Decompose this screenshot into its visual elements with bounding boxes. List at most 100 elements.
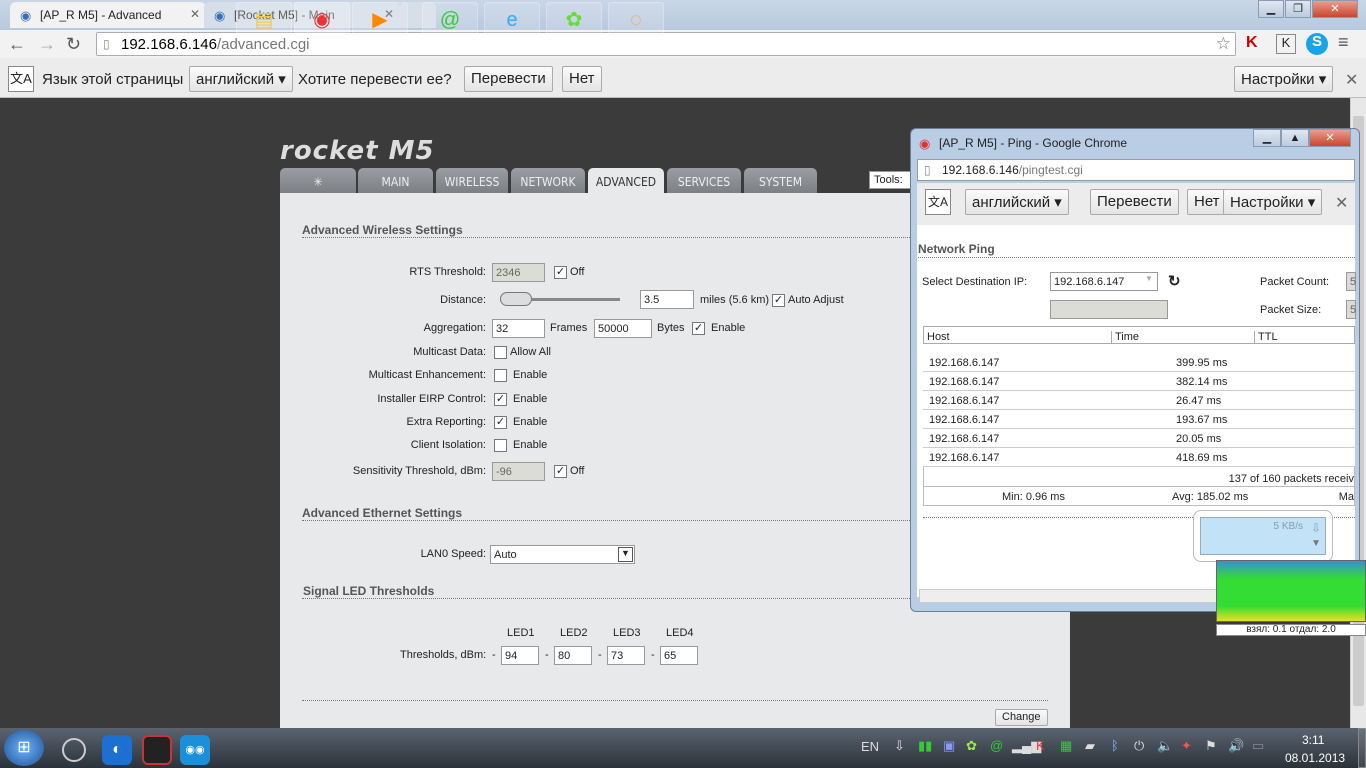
rts-threshold-input[interactable]: 2346 [492, 263, 545, 282]
no-button[interactable]: Нет [562, 66, 602, 92]
sensitivity-input[interactable]: -96 [492, 462, 545, 481]
popup-language-select[interactable]: английский ▾ [965, 189, 1069, 215]
app-taskbar-button[interactable]: ◌ [608, 2, 664, 38]
monitor-tray-icon[interactable]: ▮▮ [918, 738, 932, 754]
maximize-button[interactable]: ❐ [1285, 0, 1311, 18]
tab-main-nav[interactable]: MAIN [358, 168, 433, 194]
tab-advanced-nav[interactable]: ADVANCED [588, 168, 664, 194]
action-center-flag-icon[interactable]: ⚑ [1205, 738, 1217, 754]
clock-time[interactable]: 3:11 [1302, 733, 1324, 747]
led4-input[interactable]: 65 [660, 646, 698, 665]
speaker-icon[interactable]: 🔊 [1228, 738, 1244, 754]
pinned-app-icon[interactable]: ◐ [102, 735, 132, 765]
multicast-enhancement-checkbox[interactable] [494, 369, 507, 382]
packet-size-input[interactable]: 5 [1346, 300, 1356, 319]
language-indicator[interactable]: EN [861, 739, 879, 754]
kaspersky-icon[interactable]: K [1246, 34, 1258, 52]
host-cell: 192.168.6.147 [929, 414, 1000, 426]
display-icon[interactable]: ▭ [1252, 738, 1264, 754]
close-translate-icon[interactable]: ✕ [1345, 70, 1358, 90]
tab-system[interactable]: SYSTEM [744, 168, 817, 194]
tab-network[interactable]: NETWORK [511, 168, 585, 194]
aggregation-frames-input[interactable]: 32 [492, 319, 545, 338]
translate-button[interactable]: Перевести [464, 66, 553, 92]
distance-input[interactable]: 3.5 [640, 290, 694, 309]
popup-translate-button[interactable]: Перевести [1090, 189, 1179, 215]
mail-tray-icon[interactable]: @ [990, 738, 1003, 753]
popup-maximize-button[interactable]: ▲ [1281, 129, 1309, 147]
network-tray-icon[interactable]: ⇩ [894, 738, 905, 754]
change-button[interactable]: Change [995, 709, 1048, 726]
close-translate-icon[interactable]: ✕ [1335, 193, 1348, 213]
pinned-app-icon[interactable] [62, 738, 86, 762]
translate-settings-button[interactable]: Настройки ▾ [1234, 66, 1334, 92]
multicast-checkbox[interactable] [494, 346, 507, 359]
divider [302, 598, 910, 599]
device-tray-icon[interactable]: ▰ [1085, 738, 1095, 754]
back-icon[interactable]: ← [8, 34, 26, 55]
eirp-checkbox[interactable]: ✓ [494, 393, 507, 406]
kaspersky-tray-icon[interactable]: K [1036, 738, 1045, 753]
clock-date[interactable]: 08.01.2013 [1285, 751, 1345, 765]
volume-icon[interactable]: 🔈 [1157, 738, 1173, 754]
distance-slider-handle[interactable] [500, 292, 532, 306]
close-tab-icon[interactable]: ✕ [190, 7, 200, 21]
popup-settings-button[interactable]: Настройки ▾ [1223, 189, 1323, 215]
popup-close-button[interactable]: ✕ [1309, 129, 1351, 147]
rts-off-checkbox[interactable]: ✓ [554, 266, 567, 279]
packet-count-input[interactable]: 5 [1346, 272, 1356, 291]
led2-input[interactable]: 80 [554, 646, 592, 665]
chevron-down-icon[interactable]: ▼ [1311, 538, 1321, 549]
graph-tray-icon[interactable]: ▦ [1060, 738, 1072, 754]
explorer-taskbar-button[interactable]: ▤ [236, 2, 292, 38]
chevron-down-icon: ▼ [1145, 274, 1153, 283]
popup-minimize-button[interactable]: ▁ [1253, 129, 1281, 147]
lan-speed-select[interactable]: Auto ▼ [490, 545, 635, 564]
skype-icon[interactable]: S [1306, 33, 1328, 55]
ie-taskbar-button[interactable]: e [484, 2, 540, 38]
chrome-icon: ◉ [919, 136, 931, 151]
bookmark-star-icon[interactable]: ☆ [1216, 34, 1231, 54]
minimize-button[interactable]: ▁ [1258, 0, 1284, 18]
display-tray-icon[interactable]: ▣ [943, 738, 955, 754]
aggregation-bytes-input[interactable]: 50000 [594, 319, 652, 338]
destination-ip-input[interactable] [1050, 300, 1168, 319]
icq-taskbar-button[interactable]: ✿ [546, 2, 602, 38]
icq-tray-icon[interactable]: ✿ [966, 738, 977, 754]
language-select[interactable]: английский ▾ [189, 66, 293, 92]
camera-icon[interactable] [142, 735, 172, 765]
led1-input[interactable]: 94 [501, 646, 539, 665]
tab-logo[interactable]: ✳ [280, 168, 356, 194]
popup-no-button[interactable]: Нет [1187, 189, 1227, 215]
destination-ip-select[interactable]: 192.168.6.147 ▼ [1050, 272, 1158, 291]
power-icon[interactable]: ⏻ [1134, 738, 1144, 754]
extra-reporting-checkbox[interactable]: ✓ [494, 416, 507, 429]
pinned-app-icon[interactable]: ◉◉ [180, 735, 210, 765]
media-taskbar-button[interactable]: ▶ [352, 2, 408, 38]
tab-services[interactable]: SERVICES [667, 168, 741, 194]
mail-agent-taskbar-button[interactable]: @ [422, 2, 478, 38]
start-button[interactable]: ⊞ [4, 730, 44, 766]
reload-icon[interactable]: ↻ [66, 34, 81, 55]
show-desktop-button[interactable] [1358, 728, 1366, 768]
host-cell: 192.168.6.147 [929, 376, 1000, 388]
led3-input[interactable]: 73 [607, 646, 645, 665]
download-arrow-icon[interactable]: ⇩ [1311, 521, 1321, 535]
time-cell: 26.47 ms [1176, 395, 1222, 407]
menu-icon[interactable]: ≡ [1338, 32, 1349, 53]
app-tray-icon[interactable]: ✦ [1181, 738, 1192, 754]
sensitivity-off-checkbox[interactable]: ✓ [554, 465, 567, 478]
tab-advanced[interactable]: ◉ [AP_R M5] - Advanced ✕ [10, 2, 206, 28]
popup-url-field[interactable]: ▯ 192.168.6.146/pingtest.cgi [917, 159, 1355, 181]
auto-adjust-checkbox[interactable]: ✓ [772, 294, 785, 307]
forward-icon[interactable]: → [38, 34, 56, 55]
bluetooth-icon[interactable]: ᛒ [1111, 738, 1119, 753]
tab-wireless[interactable]: WIRELESS [436, 168, 508, 194]
tools-select[interactable]: Tools: [869, 171, 911, 189]
close-window-button[interactable]: ✕ [1312, 0, 1358, 18]
chrome-taskbar-button[interactable]: ◉ [294, 2, 350, 38]
aggregation-enable-checkbox[interactable]: ✓ [692, 322, 705, 335]
client-isolation-checkbox[interactable] [494, 439, 507, 452]
k-extension-icon[interactable]: K [1276, 34, 1296, 54]
refresh-icon[interactable]: ↻ [1168, 272, 1181, 290]
